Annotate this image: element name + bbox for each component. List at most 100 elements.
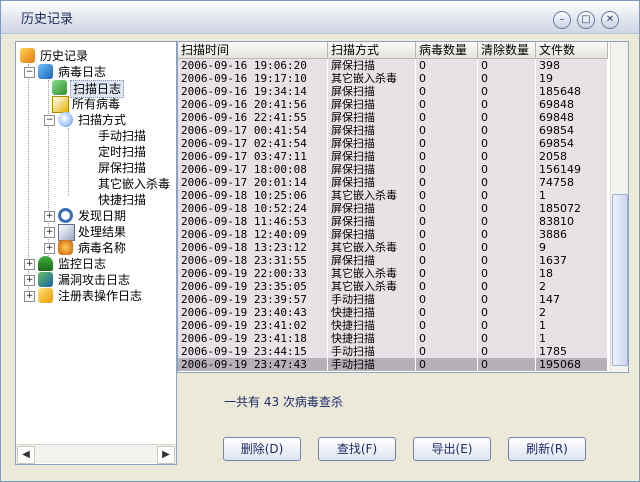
table-cell: 0 — [416, 72, 478, 85]
table-cell: 0 — [478, 280, 536, 293]
title-bar[interactable]: 历史记录 – □ ✕ — [1, 1, 639, 34]
table-row[interactable]: 2006-09-19 23:41:02 快捷扫描 0 0 1 — [178, 319, 608, 332]
delete-button[interactable]: 删除(D) — [223, 437, 301, 461]
expand-icon[interactable]: + — [44, 243, 55, 254]
table-cell: 其它嵌入杀毒 — [328, 189, 416, 202]
scroll-thumb[interactable] — [612, 194, 628, 366]
table-cell: 0 — [478, 189, 536, 202]
table-cell: 195068 — [536, 358, 608, 371]
table-cell: 屏保扫描 — [328, 124, 416, 137]
table-row[interactable]: 2006-09-19 23:47:43 手动扫描 0 0 195068 — [178, 358, 608, 371]
table-row[interactable]: 2006-09-18 10:52:24 屏保扫描 0 0 185072 — [178, 202, 608, 215]
virus-icon — [58, 240, 73, 255]
table-cell: 9 — [536, 241, 608, 254]
tree-line — [68, 128, 69, 196]
table-row[interactable]: 2006-09-16 19:34:14 屏保扫描 0 0 185648 — [178, 85, 608, 98]
table-cell: 0 — [478, 124, 536, 137]
table-cell: 3886 — [536, 228, 608, 241]
table-row[interactable]: 2006-09-19 23:40:43 快捷扫描 0 0 2 — [178, 306, 608, 319]
export-button[interactable]: 导出(E) — [413, 437, 491, 461]
table-row[interactable]: 2006-09-17 18:00:08 屏保扫描 0 0 156149 — [178, 163, 608, 176]
expand-icon[interactable]: + — [24, 275, 35, 286]
table-cell: 0 — [416, 59, 478, 72]
table-row[interactable]: 2006-09-16 19:17:10 其它嵌入杀毒 0 0 19 — [178, 72, 608, 85]
table-row[interactable]: 2006-09-17 00:41:54 屏保扫描 0 0 69854 — [178, 124, 608, 137]
table-cell: 1 — [536, 189, 608, 202]
table-cell: 0 — [416, 124, 478, 137]
table-cell: 0 — [478, 163, 536, 176]
table-row[interactable]: 2006-09-17 02:41:54 屏保扫描 0 0 69854 — [178, 137, 608, 150]
table-cell: 1637 — [536, 254, 608, 267]
tree-item-method[interactable]: 手动扫描 — [98, 128, 146, 144]
table-cell: 0 — [478, 293, 536, 306]
tree-horizontal-scrollbar[interactable]: ◀ ▶ — [16, 444, 176, 464]
tree-item-method[interactable]: 定时扫描 — [98, 144, 146, 160]
collapse-icon[interactable]: − — [24, 67, 35, 78]
table-row[interactable]: 2006-09-16 20:41:56 屏保扫描 0 0 69848 — [178, 98, 608, 111]
table-cell: 0 — [416, 241, 478, 254]
umbrella-icon — [38, 256, 53, 271]
table-row[interactable]: 2006-09-18 11:46:53 屏保扫描 0 0 83810 — [178, 215, 608, 228]
minimize-icon[interactable]: – — [553, 11, 571, 29]
column-virus-count[interactable]: 病毒数量 — [416, 42, 478, 58]
table-cell: 0 — [478, 241, 536, 254]
table-vertical-scrollbar[interactable] — [610, 42, 628, 372]
column-cleared-count[interactable]: 清除数量 — [478, 42, 536, 58]
collapse-icon[interactable]: − — [44, 115, 55, 126]
table-cell: 其它嵌入杀毒 — [328, 241, 416, 254]
table-cell: 2006-09-18 10:25:06 — [178, 189, 328, 202]
table-cell: 其它嵌入杀毒 — [328, 280, 416, 293]
find-button[interactable]: 查找(F) — [318, 437, 396, 461]
table-cell: 185648 — [536, 85, 608, 98]
table-row[interactable]: 2006-09-19 23:39:57 手动扫描 0 0 147 — [178, 293, 608, 306]
table-row[interactable]: 2006-09-19 23:41:18 快捷扫描 0 0 1 — [178, 332, 608, 345]
maximize-icon[interactable]: □ — [577, 11, 595, 29]
table-row[interactable]: 2006-09-18 12:40:09 屏保扫描 0 0 3886 — [178, 228, 608, 241]
clock-icon — [58, 208, 73, 223]
table-cell: 屏保扫描 — [328, 176, 416, 189]
tree-item-method[interactable]: 快捷扫描 — [98, 192, 146, 208]
scan-history-table[interactable]: 扫描时间 扫描方式 病毒数量 清除数量 文件数 2006-09-16 19:06… — [177, 41, 629, 373]
refresh-button[interactable]: 刷新(R) — [508, 437, 586, 461]
close-icon[interactable]: ✕ — [601, 11, 619, 29]
table-row[interactable]: 2006-09-17 20:01:14 屏保扫描 0 0 74758 — [178, 176, 608, 189]
table-cell: 19 — [536, 72, 608, 85]
table-cell: 2006-09-19 23:35:05 — [178, 280, 328, 293]
column-scan-time[interactable]: 扫描时间 — [178, 42, 328, 58]
table-cell: 快捷扫描 — [328, 332, 416, 345]
scroll-left-icon[interactable]: ◀ — [17, 446, 35, 464]
table-cell: 0 — [416, 163, 478, 176]
expand-icon[interactable]: + — [24, 259, 35, 270]
scroll-right-icon[interactable]: ▶ — [157, 446, 175, 464]
expand-icon[interactable]: + — [44, 211, 55, 222]
table-cell: 2006-09-16 22:41:55 — [178, 111, 328, 124]
table-row[interactable]: 2006-09-17 03:47:11 屏保扫描 0 0 2058 — [178, 150, 608, 163]
table-cell: 2006-09-19 23:47:43 — [178, 358, 328, 371]
table-cell: 0 — [478, 111, 536, 124]
expand-icon[interactable]: + — [24, 291, 35, 302]
table-row[interactable]: 2006-09-19 22:00:33 其它嵌入杀毒 0 0 18 — [178, 267, 608, 280]
table-row[interactable]: 2006-09-18 23:31:55 屏保扫描 0 0 1637 — [178, 254, 608, 267]
table-cell: 69848 — [536, 98, 608, 111]
table-cell: 0 — [416, 332, 478, 345]
tree-item-method[interactable]: 其它嵌入杀毒 — [98, 176, 170, 192]
table-row[interactable]: 2006-09-19 23:35:05 其它嵌入杀毒 0 0 2 — [178, 280, 608, 293]
table-row[interactable]: 2006-09-16 19:06:20 屏保扫描 0 0 398 — [178, 59, 608, 72]
history-tree[interactable]: 历史记录 − 病毒日志 扫描日志 所有病毒 − 扫描方式 手动扫描 定时扫描 屏… — [15, 41, 177, 465]
column-scan-method[interactable]: 扫描方式 — [328, 42, 416, 58]
table-row[interactable]: 2006-09-19 23:44:15 手动扫描 0 0 1785 — [178, 345, 608, 358]
table-cell: 2006-09-17 18:00:08 — [178, 163, 328, 176]
table-cell: 0 — [416, 228, 478, 241]
table-cell: 0 — [416, 345, 478, 358]
scan-log-icon — [52, 80, 67, 95]
expand-icon[interactable]: + — [44, 227, 55, 238]
table-row[interactable]: 2006-09-16 22:41:55 屏保扫描 0 0 69848 — [178, 111, 608, 124]
table-row[interactable]: 2006-09-18 10:25:06 其它嵌入杀毒 0 0 1 — [178, 189, 608, 202]
column-file-count[interactable]: 文件数 — [536, 42, 608, 58]
table-cell: 1 — [536, 319, 608, 332]
table-cell: 0 — [416, 189, 478, 202]
tree-item-method[interactable]: 屏保扫描 — [98, 160, 146, 176]
table-row[interactable]: 2006-09-18 13:23:12 其它嵌入杀毒 0 0 9 — [178, 241, 608, 254]
table-cell: 2058 — [536, 150, 608, 163]
table-cell: 0 — [416, 137, 478, 150]
